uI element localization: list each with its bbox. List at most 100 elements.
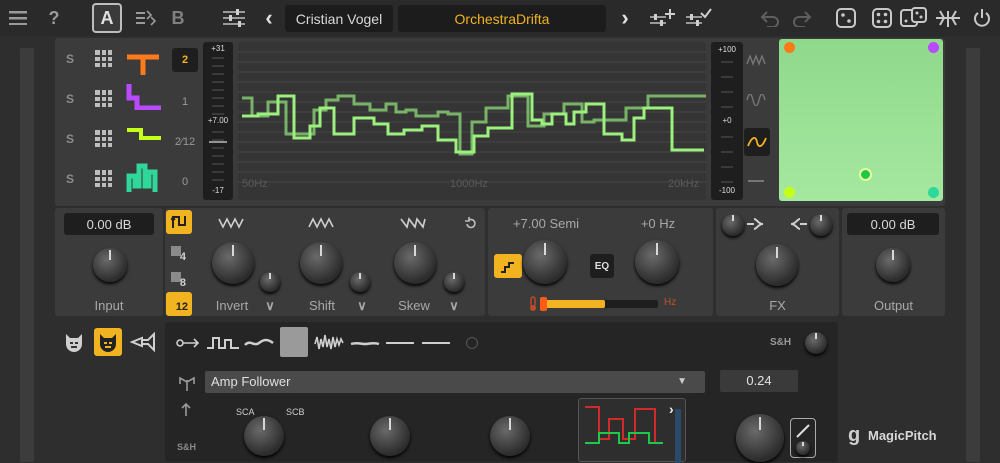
quantize-button[interactable]: [494, 254, 522, 278]
modulator-scope[interactable]: ›: [578, 398, 686, 463]
input-gain-knob[interactable]: [93, 248, 127, 282]
save-preset-icon[interactable]: [684, 6, 712, 30]
wave-soft-icon[interactable]: [244, 336, 274, 350]
grid-icon[interactable]: [95, 50, 112, 67]
random-small-dice-icon[interactable]: [834, 6, 858, 30]
random-dice-icon[interactable]: [870, 6, 894, 30]
copy-a-to-b-icon[interactable]: [133, 6, 157, 30]
input-value-display[interactable]: 0.00 dB: [64, 213, 154, 235]
range-slider[interactable]: [540, 297, 658, 311]
lane-ratio-3[interactable]: 2⁄12: [172, 136, 198, 148]
mixer-icon[interactable]: [220, 6, 248, 30]
wave-noise-selected[interactable]: [280, 327, 308, 357]
author-field[interactable]: Cristian Vogel: [285, 5, 393, 32]
fx-send-knob[interactable]: [722, 214, 744, 236]
steps-4-button[interactable]: 4: [166, 242, 192, 264]
undo-icon[interactable]: [758, 6, 782, 30]
menu-icon[interactable]: [8, 6, 28, 30]
arrow-up-icon[interactable]: [180, 402, 192, 416]
redo-icon[interactable]: [790, 6, 814, 30]
reset-icon[interactable]: [464, 217, 478, 231]
wave-flat-2-icon[interactable]: [422, 342, 450, 344]
pitch-range-meter[interactable]: +31 +7.00 -17: [203, 42, 233, 200]
sh-knob[interactable]: [805, 332, 827, 354]
lane-shape-4-icon[interactable]: [125, 162, 163, 196]
fx-return-knob[interactable]: [810, 214, 832, 236]
wave-empty-slot-icon[interactable]: [466, 337, 478, 349]
depth-meter[interactable]: +100 +0 -100: [711, 42, 743, 200]
range-slider-handle[interactable]: [540, 297, 547, 311]
pitch-graph[interactable]: 50Hz 1000Hz 20kHz: [238, 42, 706, 200]
wave-saw-icon[interactable]: [314, 334, 346, 352]
slot-b-button[interactable]: B: [170, 6, 186, 30]
lane-ratio-1[interactable]: 2: [172, 48, 198, 72]
lane-ratio-2[interactable]: 1: [172, 96, 198, 108]
wave-sine-icon[interactable]: [746, 94, 766, 106]
freq-high-label: 20kHz: [668, 178, 700, 190]
semitone-value: +7.00 Semi: [512, 216, 580, 231]
mod-source-tab-1[interactable]: [62, 330, 86, 354]
lane-solo-1[interactable]: S: [66, 52, 74, 66]
modulator-source-value: Amp Follower: [211, 374, 291, 389]
mod-source-tab-2[interactable]: [94, 328, 122, 356]
grid-icon[interactable]: [95, 170, 112, 187]
wave-smooth-selected[interactable]: [744, 128, 770, 156]
preset-name-field[interactable]: OrchestraDrifta: [398, 5, 606, 32]
lane-shape-2-icon[interactable]: [125, 82, 163, 110]
wave-flat-icon[interactable]: [748, 180, 764, 182]
scope-expand-icon[interactable]: ›: [669, 401, 674, 417]
modulator-value-display[interactable]: 0.24: [720, 370, 798, 392]
lane-solo-4[interactable]: S: [66, 172, 74, 186]
routing-icon[interactable]: [934, 6, 962, 30]
slot-a-button[interactable]: A: [92, 3, 122, 33]
mod-source-tab-3[interactable]: [129, 330, 156, 354]
invert-menu-chevron[interactable]: ∨: [262, 298, 278, 314]
skew-knob[interactable]: [394, 242, 436, 284]
steps-8-button[interactable]: 8: [166, 268, 192, 290]
link-knob[interactable]: [796, 441, 810, 455]
wave-gentle-icon[interactable]: [350, 338, 380, 348]
help-button[interactable]: ?: [46, 6, 62, 30]
wave-flat-1-icon[interactable]: [386, 342, 414, 344]
lane-shape-3-icon[interactable]: [125, 124, 163, 144]
invert-knob[interactable]: [212, 242, 254, 284]
xy-pad[interactable]: [779, 39, 943, 201]
step-mode-button[interactable]: [166, 210, 192, 234]
output-gain-knob[interactable]: [876, 248, 910, 282]
source-input-icon[interactable]: [176, 336, 200, 350]
xy-puck[interactable]: [859, 168, 872, 181]
power-icon[interactable]: [970, 6, 994, 30]
invert-depth-knob[interactable]: [260, 272, 280, 292]
hz-value: +0 Hz: [640, 216, 676, 231]
follower-release-knob[interactable]: [370, 416, 410, 456]
modulator-source-select[interactable]: Amp Follower ▼: [205, 371, 705, 393]
hz-knob[interactable]: [635, 240, 679, 284]
modulator-amount-knob[interactable]: [736, 414, 784, 462]
lane-solo-2[interactable]: S: [66, 92, 74, 106]
skew-menu-chevron[interactable]: ∨: [446, 298, 462, 314]
follower-gain-knob[interactable]: [490, 416, 530, 456]
output-value-display[interactable]: 0.00 dB: [847, 213, 939, 235]
grid-icon[interactable]: [95, 130, 112, 147]
follower-attack-knob[interactable]: [244, 416, 284, 456]
steps-12-button[interactable]: 12: [166, 292, 192, 316]
add-preset-icon[interactable]: [648, 6, 676, 30]
semitone-knob[interactable]: [523, 240, 567, 284]
eq-button[interactable]: EQ: [590, 254, 614, 278]
random-all-dice-icon[interactable]: [900, 6, 928, 30]
lane-shape-1-icon[interactable]: [125, 49, 163, 77]
routing-fork-icon[interactable]: [177, 374, 197, 392]
lane-ratio-4[interactable]: 0: [172, 176, 198, 188]
link-toggle-button[interactable]: [790, 418, 816, 458]
skew-depth-knob[interactable]: [444, 272, 464, 292]
prev-preset-button[interactable]: ‹: [262, 5, 276, 30]
wave-pulse-icon[interactable]: [206, 334, 240, 352]
fx-amount-knob[interactable]: [756, 244, 798, 286]
shift-knob[interactable]: [300, 242, 342, 284]
shift-menu-chevron[interactable]: ∨: [354, 298, 370, 314]
grid-icon[interactable]: [95, 90, 112, 107]
lane-solo-3[interactable]: S: [66, 132, 74, 146]
shift-depth-knob[interactable]: [350, 272, 370, 292]
wave-triangle-icon[interactable]: [746, 54, 766, 66]
next-preset-button[interactable]: ›: [618, 5, 632, 30]
